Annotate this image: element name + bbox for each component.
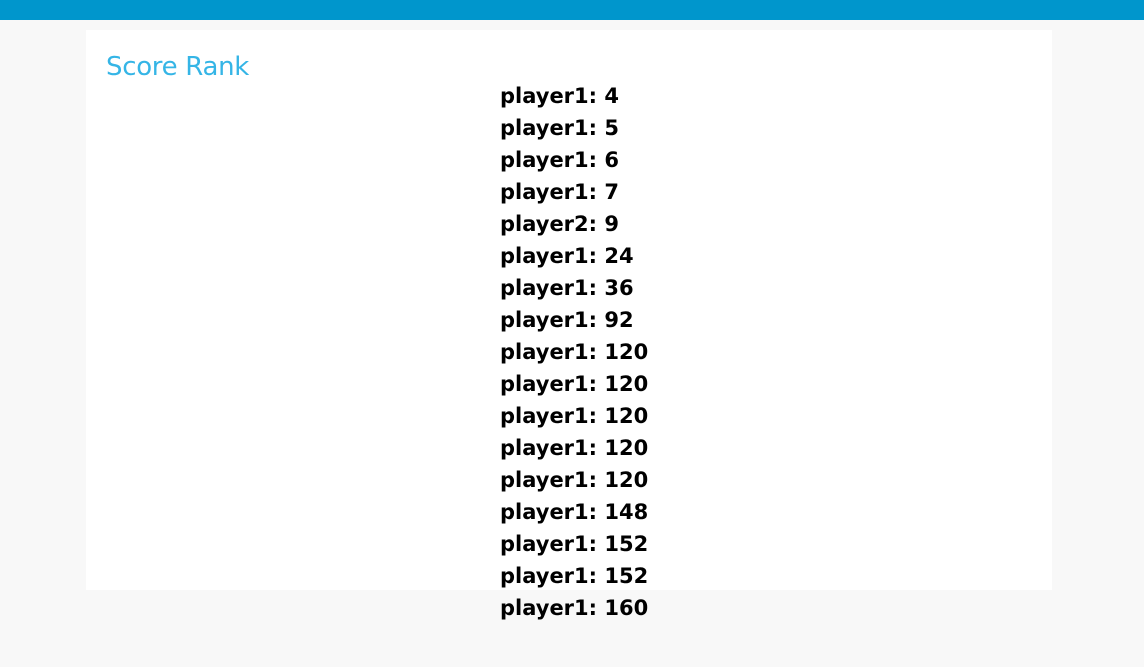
page-title: Score Rank	[106, 52, 250, 82]
player-score: 120	[604, 436, 649, 460]
player-score: 24	[604, 244, 634, 268]
player-name: player1	[500, 180, 589, 204]
player-name: player1	[500, 532, 589, 556]
player-score: 5	[604, 116, 619, 140]
player-name: player1	[500, 340, 589, 364]
player-name: player1	[500, 468, 589, 492]
score-list-item: player1: 152	[500, 532, 649, 556]
score-list-item: player1: 120	[500, 436, 649, 460]
score-list-item: player1: 120	[500, 404, 649, 428]
player-name: player1	[500, 244, 589, 268]
player-name: player1	[500, 308, 589, 332]
player-score: 160	[604, 596, 649, 620]
score-list-item: player1: 120	[500, 468, 649, 492]
score-list-item: player1: 7	[500, 180, 619, 204]
score-list-item: player1: 92	[500, 308, 634, 332]
player-name: player1	[500, 564, 589, 588]
player-name: player1	[500, 500, 589, 524]
score-list-item: player1: 4	[500, 84, 619, 108]
score-list-item: player1: 120	[500, 340, 649, 364]
player-name: player1	[500, 148, 589, 172]
player-name: player1	[500, 84, 589, 108]
player-name: player1	[500, 116, 589, 140]
score-list-item: player1: 148	[500, 500, 649, 524]
player-score: 120	[604, 340, 649, 364]
player-score: 148	[604, 500, 649, 524]
score-list-item: player2: 9	[500, 212, 619, 236]
player-name: player1	[500, 436, 589, 460]
score-list-item: player1: 6	[500, 148, 619, 172]
player-name: player2	[500, 212, 589, 236]
score-list: player1: 4 player1: 5 player1: 6 player1: 7…	[500, 80, 648, 624]
score-list-item: player1: 160	[500, 596, 649, 620]
player-score: 7	[604, 180, 619, 204]
player-score: 36	[604, 276, 634, 300]
player-score: 6	[604, 148, 619, 172]
score-list-item: player1: 120	[500, 372, 649, 396]
player-score: 152	[604, 564, 649, 588]
score-list-item: player1: 5	[500, 116, 619, 140]
player-score: 4	[604, 84, 619, 108]
header-bar	[0, 0, 1144, 20]
player-score: 120	[604, 372, 649, 396]
player-name: player1	[500, 404, 589, 428]
score-list-item: player1: 36	[500, 276, 634, 300]
player-score: 9	[604, 212, 619, 236]
player-score: 120	[604, 404, 649, 428]
player-score: 152	[604, 532, 649, 556]
player-name: player1	[500, 596, 589, 620]
player-name: player1	[500, 372, 589, 396]
score-list-item: player1: 152	[500, 564, 649, 588]
player-score: 120	[604, 468, 649, 492]
score-list-item: player1: 24	[500, 244, 634, 268]
player-name: player1	[500, 276, 589, 300]
player-score: 92	[604, 308, 634, 332]
